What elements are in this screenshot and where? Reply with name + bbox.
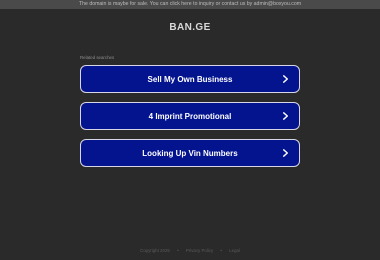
footer: Copyright 2025 • Privacy Policy • Legal xyxy=(0,248,380,253)
footer-separator: • xyxy=(177,248,179,253)
search-button-label: Looking Up Vin Numbers xyxy=(142,148,238,158)
legal-link[interactable]: Legal xyxy=(229,248,240,253)
footer-copyright: Copyright 2025 xyxy=(140,248,170,253)
domain-title: BAN.GE xyxy=(169,22,211,33)
search-button-looking-up-vin-numbers[interactable]: Looking Up Vin Numbers xyxy=(80,139,300,167)
search-button-4-imprint-promotional[interactable]: 4 Imprint Promotional xyxy=(80,102,300,130)
chevron-right-icon xyxy=(282,75,289,83)
top-notice-bar[interactable]: The domain is maybe for sale. You can cl… xyxy=(0,0,380,9)
search-button-label: 4 Imprint Promotional xyxy=(148,111,232,121)
chevron-right-icon xyxy=(282,112,289,120)
privacy-policy-link[interactable]: Privacy Policy xyxy=(186,248,213,253)
chevron-right-icon xyxy=(282,149,289,157)
footer-separator: • xyxy=(220,248,222,253)
search-button-label: Sell My Own Business xyxy=(147,74,233,84)
related-searches-label: Related searches xyxy=(80,55,115,60)
top-notice-text[interactable]: The domain is maybe for sale. You can cl… xyxy=(79,1,301,7)
page: The domain is maybe for sale. You can cl… xyxy=(0,0,380,260)
search-button-sell-my-own-business[interactable]: Sell My Own Business xyxy=(80,65,300,93)
